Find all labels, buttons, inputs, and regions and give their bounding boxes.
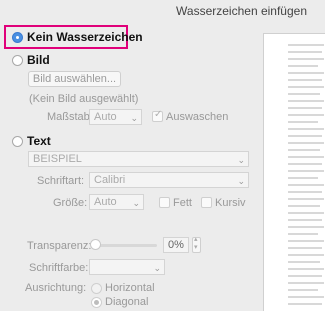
text-value: BEISPIEL bbox=[33, 153, 82, 165]
text-combo[interactable]: BEISPIEL ⌄ bbox=[28, 151, 249, 167]
font-label: Schriftart: bbox=[37, 175, 85, 187]
watermark-preview bbox=[263, 33, 325, 311]
preview-text-line bbox=[288, 93, 320, 95]
watermark-dialog: Wasserzeichen einfügen Kein Wasserzeiche… bbox=[0, 0, 325, 311]
diagonal-label: Diagonal bbox=[105, 296, 149, 308]
preview-text-line bbox=[288, 58, 324, 60]
preview-text-line bbox=[288, 65, 318, 67]
preview-text-line bbox=[288, 44, 324, 46]
preview-text-line bbox=[288, 156, 324, 158]
scale-select[interactable]: Auto ⌄ bbox=[89, 109, 142, 125]
preview-text-line bbox=[288, 212, 324, 214]
chevron-down-icon: ⌄ bbox=[130, 113, 138, 123]
picture-label[interactable]: Bild bbox=[27, 53, 50, 67]
italic-checkbox[interactable] bbox=[201, 197, 212, 208]
transparency-slider-handle[interactable] bbox=[90, 239, 101, 250]
transparency-input[interactable]: 0% bbox=[163, 237, 189, 253]
preview-text-line bbox=[288, 170, 324, 172]
preview-text-line bbox=[288, 135, 322, 137]
preview-text-line bbox=[288, 296, 324, 298]
select-picture-button[interactable]: Bild auswählen... bbox=[28, 71, 121, 87]
size-label: Größe: bbox=[53, 197, 88, 209]
preview-text-line bbox=[288, 205, 320, 207]
font-color-select[interactable]: ⌄ bbox=[89, 259, 165, 275]
preview-text-line bbox=[288, 219, 322, 221]
preview-text-line bbox=[288, 107, 322, 109]
font-value: Calibri bbox=[94, 174, 126, 186]
transparency-stepper[interactable] bbox=[192, 235, 201, 253]
title-bar: Wasserzeichen einfügen bbox=[0, 0, 325, 22]
preview-text-line bbox=[288, 261, 320, 263]
text-label[interactable]: Text bbox=[27, 134, 51, 148]
preview-text-line bbox=[288, 275, 322, 277]
preview-text-line bbox=[288, 114, 324, 116]
italic-label: Kursiv bbox=[215, 197, 246, 209]
preview-text-line bbox=[288, 86, 324, 88]
transparency-label: Transparenz: bbox=[27, 240, 92, 252]
bold-label: Fett bbox=[173, 197, 192, 209]
picture-status: (Kein Bild ausgewählt) bbox=[29, 93, 139, 105]
window-title: Wasserzeichen einfügen bbox=[176, 4, 307, 18]
preview-text-line bbox=[288, 233, 318, 235]
preview-text-line bbox=[288, 163, 322, 165]
size-value: Auto bbox=[94, 196, 117, 208]
picture-radio[interactable] bbox=[12, 55, 23, 66]
horizontal-radio[interactable] bbox=[91, 283, 102, 294]
preview-text-line bbox=[288, 184, 324, 186]
chevron-down-icon: ⌄ bbox=[237, 176, 245, 186]
chevron-down-icon: ⌄ bbox=[237, 155, 245, 165]
preview-text-line bbox=[288, 128, 324, 130]
orientation-label: Ausrichtung: bbox=[25, 282, 87, 294]
preview-text-line bbox=[288, 142, 324, 144]
washout-label: Auswaschen bbox=[166, 111, 229, 123]
preview-text-line bbox=[288, 240, 324, 242]
scale-label: Maßstab: bbox=[47, 111, 93, 123]
no-watermark-radio[interactable] bbox=[12, 32, 23, 43]
preview-text-line bbox=[288, 149, 320, 151]
preview-text-line bbox=[288, 303, 322, 305]
chevron-down-icon: ⌄ bbox=[153, 263, 161, 273]
preview-text-line bbox=[288, 72, 324, 74]
preview-text-line bbox=[288, 51, 322, 53]
text-radio[interactable] bbox=[12, 136, 23, 147]
preview-text-line bbox=[288, 79, 322, 81]
preview-text-line bbox=[288, 121, 318, 123]
chevron-down-icon: ⌄ bbox=[132, 198, 140, 208]
no-watermark-label[interactable]: Kein Wasserzeichen bbox=[27, 30, 143, 44]
preview-text-line bbox=[288, 268, 324, 270]
transparency-slider-track[interactable] bbox=[92, 244, 157, 247]
diagonal-radio[interactable] bbox=[91, 297, 102, 308]
preview-text-line bbox=[288, 282, 324, 284]
horizontal-label: Horizontal bbox=[105, 282, 155, 294]
font-select[interactable]: Calibri ⌄ bbox=[89, 172, 249, 188]
preview-text-line bbox=[288, 177, 318, 179]
font-color-label: Schriftfarbe: bbox=[29, 262, 89, 274]
preview-text-line bbox=[288, 198, 324, 200]
scale-value: Auto bbox=[94, 111, 117, 123]
bold-checkbox[interactable] bbox=[159, 197, 170, 208]
preview-text-line bbox=[288, 191, 322, 193]
preview-text-line bbox=[288, 247, 322, 249]
preview-text-line bbox=[288, 100, 324, 102]
size-select[interactable]: Auto ⌄ bbox=[89, 194, 144, 210]
preview-text-line bbox=[288, 254, 324, 256]
washout-checkbox[interactable] bbox=[152, 109, 163, 122]
preview-text-line bbox=[288, 226, 324, 228]
preview-text-line bbox=[288, 289, 318, 291]
